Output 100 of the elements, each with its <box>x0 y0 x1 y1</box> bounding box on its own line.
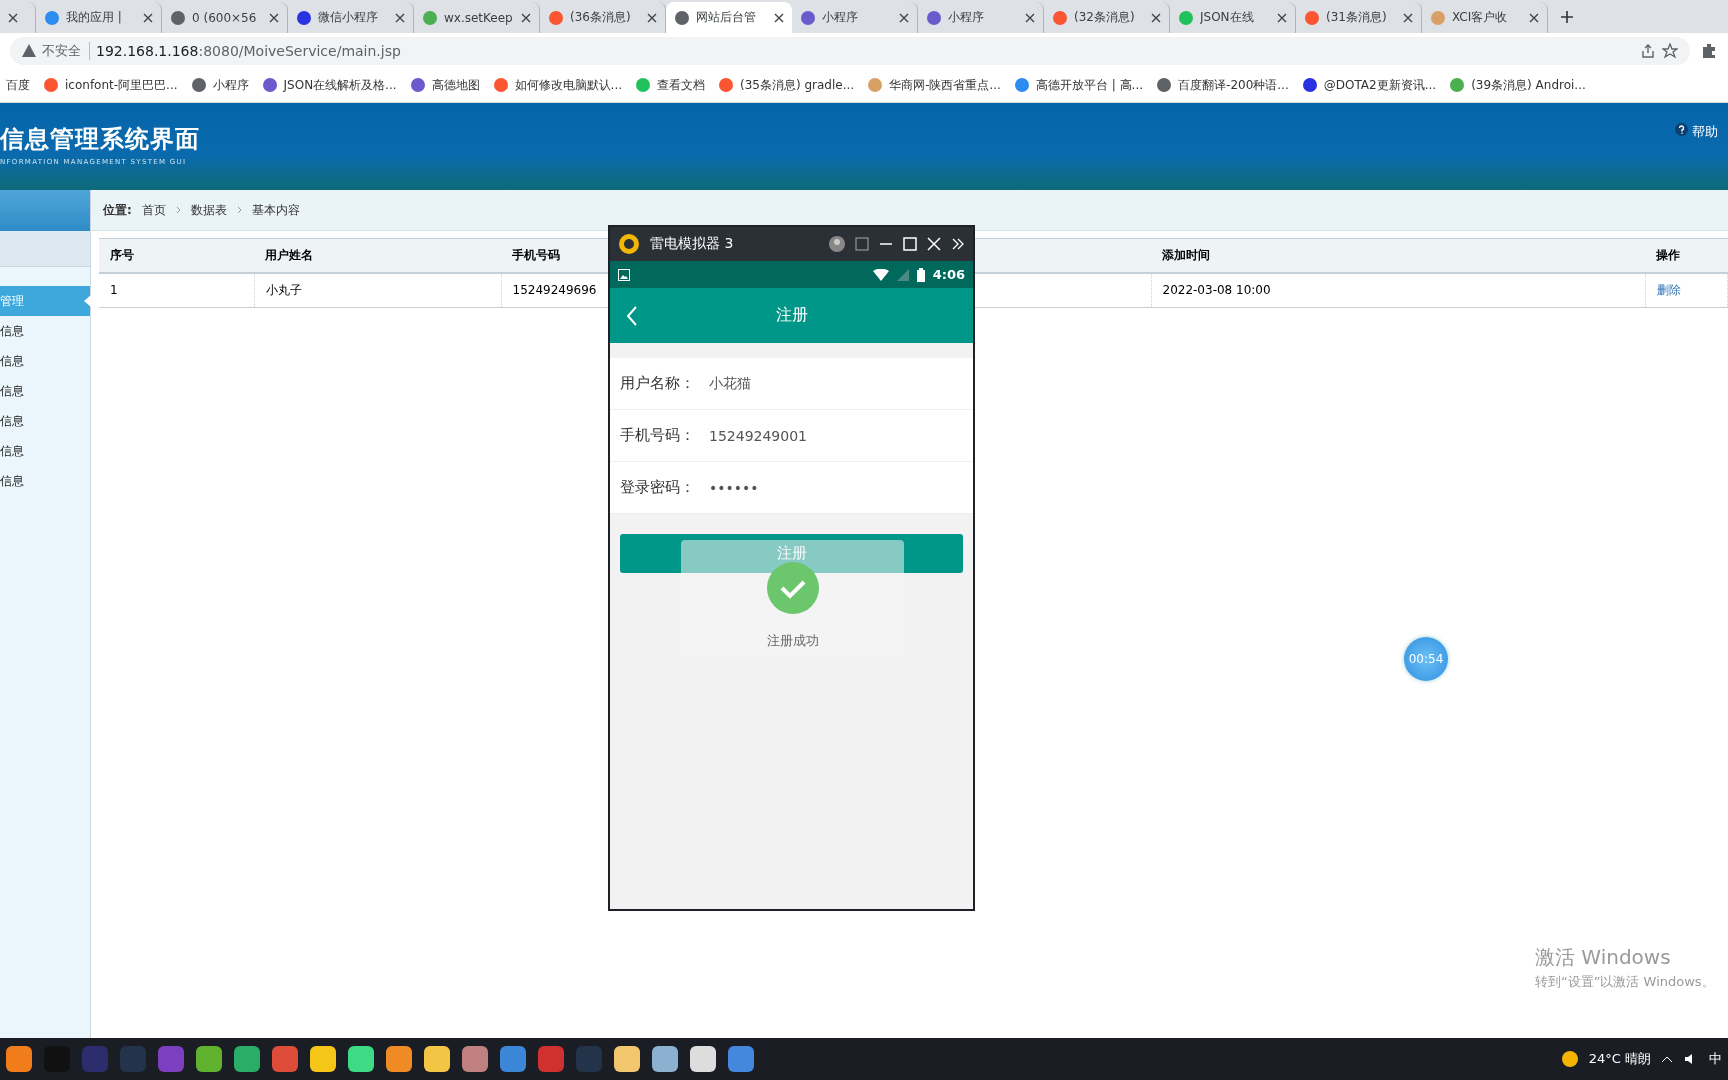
app-icon[interactable] <box>234 1046 260 1072</box>
bookmark[interactable]: 小程序 <box>190 76 249 94</box>
bookmark[interactable]: 高德地图 <box>409 76 480 94</box>
close-icon[interactable] <box>143 12 153 23</box>
favicon-icon <box>296 9 312 26</box>
bookmark[interactable]: 华商网-陕西省重点... <box>867 76 1001 94</box>
weather-text: 24°C 晴朗 <box>1588 1050 1651 1068</box>
table-cell: 2022-03-08 10:00 <box>1151 272 1645 308</box>
input-field[interactable]: •••••• <box>707 478 857 497</box>
sidebar-item[interactable]: 信息 <box>0 466 90 496</box>
favicon-icon <box>44 9 60 26</box>
maximize-icon[interactable] <box>903 237 917 251</box>
favicon-icon <box>1301 77 1318 93</box>
favicon-icon <box>926 9 942 26</box>
app-icon[interactable] <box>310 1046 336 1072</box>
favicon-icon <box>1449 77 1466 93</box>
favicon-icon <box>1304 9 1320 26</box>
close-icon[interactable] <box>395 12 405 23</box>
toast-message: 注册成功 <box>766 632 819 650</box>
favicon-icon <box>674 9 690 26</box>
resize-icon[interactable] <box>855 237 869 251</box>
column-header: 添加时间 <box>1151 238 1645 273</box>
favicon-icon <box>548 9 564 26</box>
url-text: 192.168.1.168:8080/MoiveService/main.jsp <box>96 42 401 59</box>
app-icon[interactable] <box>386 1046 412 1072</box>
close-icon[interactable] <box>647 12 657 23</box>
bookmark[interactable]: (39条消息) Androi... <box>1449 76 1586 94</box>
share-icon[interactable] <box>1640 42 1656 59</box>
wifi-icon <box>872 268 889 281</box>
close-icon[interactable] <box>269 12 279 23</box>
favicon-icon <box>43 77 59 93</box>
input-field[interactable]: 小花猫 <box>707 374 857 393</box>
favicon-icon <box>170 9 186 26</box>
warning-icon <box>22 44 36 57</box>
user-icon[interactable] <box>829 236 845 252</box>
app-icon[interactable] <box>348 1046 374 1072</box>
breadcrumb-link[interactable]: 首页 <box>141 201 166 219</box>
bookmark[interactable]: @DOTA2更新资讯... <box>1301 76 1437 94</box>
column-header: 序号 <box>99 238 254 273</box>
bookmark[interactable]: iconfont-阿里巴巴... <box>43 76 178 94</box>
breadcrumb-link[interactable]: 数据表 <box>190 201 227 219</box>
bookmark[interactable]: JSON在线解析及格... <box>261 76 397 94</box>
table-cell: 小丸子 <box>254 272 501 308</box>
help-link[interactable]: 帮助 <box>1675 123 1718 143</box>
close-icon[interactable] <box>1151 12 1161 23</box>
close-icon[interactable] <box>774 12 784 23</box>
close-icon[interactable] <box>899 12 909 23</box>
favicon-icon <box>492 77 509 93</box>
double-chevron-icon[interactable] <box>951 237 965 251</box>
app-icon[interactable] <box>196 1046 222 1072</box>
sidebar-item[interactable]: 信息 <box>0 436 90 466</box>
bookmark[interactable]: 百度 <box>6 76 30 94</box>
sidebar-item[interactable]: 信息 <box>0 346 90 376</box>
app-icon[interactable] <box>462 1046 488 1072</box>
close-icon[interactable] <box>521 12 531 23</box>
bookmark[interactable]: (35条消息) gradle... <box>718 76 855 94</box>
security-label: 不安全 <box>42 41 90 60</box>
close-icon[interactable] <box>1025 12 1035 23</box>
chevron-icon <box>175 206 181 214</box>
favicon-icon <box>635 77 651 93</box>
favicon-icon <box>1052 9 1068 26</box>
input-method-indicator[interactable]: 中 <box>1709 1050 1722 1068</box>
sidebar-item[interactable]: 信息 <box>0 376 90 406</box>
favicon-icon <box>800 9 816 26</box>
bookmark[interactable]: 百度翻译-200种语... <box>1156 76 1289 94</box>
sidebar-item[interactable]: 信息 <box>0 316 90 346</box>
favicon-icon <box>867 77 884 93</box>
puzzle-icon[interactable] <box>1700 41 1718 60</box>
address-bar[interactable]: 不安全 192.168.1.168:8080/MoiveService/main.jsp <box>10 36 1690 65</box>
watermark-title: 激活 Windows <box>1535 944 1672 971</box>
favicon-icon <box>1430 9 1446 26</box>
breadcrumb-link[interactable]: 基本内容 <box>251 201 300 219</box>
close-icon[interactable] <box>1403 12 1413 23</box>
bookmark[interactable]: 如何修改电脑默认... <box>492 76 622 94</box>
bookmark[interactable]: 查看文档 <box>635 76 705 94</box>
battery-icon <box>916 267 925 282</box>
close-icon[interactable] <box>1277 12 1287 23</box>
logo-icon <box>618 233 640 255</box>
caret-icon[interactable] <box>1661 1055 1673 1063</box>
sidebar-item[interactable]: 信息 <box>0 406 90 436</box>
favicon-icon <box>718 77 734 93</box>
favicon-icon <box>1156 77 1173 93</box>
chevron-icon <box>236 206 242 214</box>
delete-link[interactable]: 删除 <box>1656 282 1681 297</box>
star-icon[interactable] <box>1662 42 1678 59</box>
close-icon[interactable] <box>8 12 18 23</box>
bookmark[interactable]: 高德开放平台 | 高... <box>1013 76 1144 94</box>
browser-tab[interactable]: 网站后台管 <box>666 2 792 33</box>
app-icon[interactable] <box>614 1046 640 1072</box>
sun-icon <box>1560 1050 1579 1068</box>
app-icon[interactable] <box>690 1046 716 1072</box>
input-field[interactable]: 15249249001 <box>707 426 857 445</box>
back-icon[interactable] <box>626 306 638 326</box>
app-icon[interactable] <box>424 1046 450 1072</box>
close-icon[interactable] <box>1529 12 1539 23</box>
app-icon[interactable] <box>6 1046 32 1072</box>
app-icon[interactable] <box>652 1046 678 1072</box>
column-header: 操作 <box>1645 238 1728 273</box>
field-label: 登录密码： <box>620 478 695 497</box>
new-tab-icon[interactable] <box>1560 10 1574 24</box>
